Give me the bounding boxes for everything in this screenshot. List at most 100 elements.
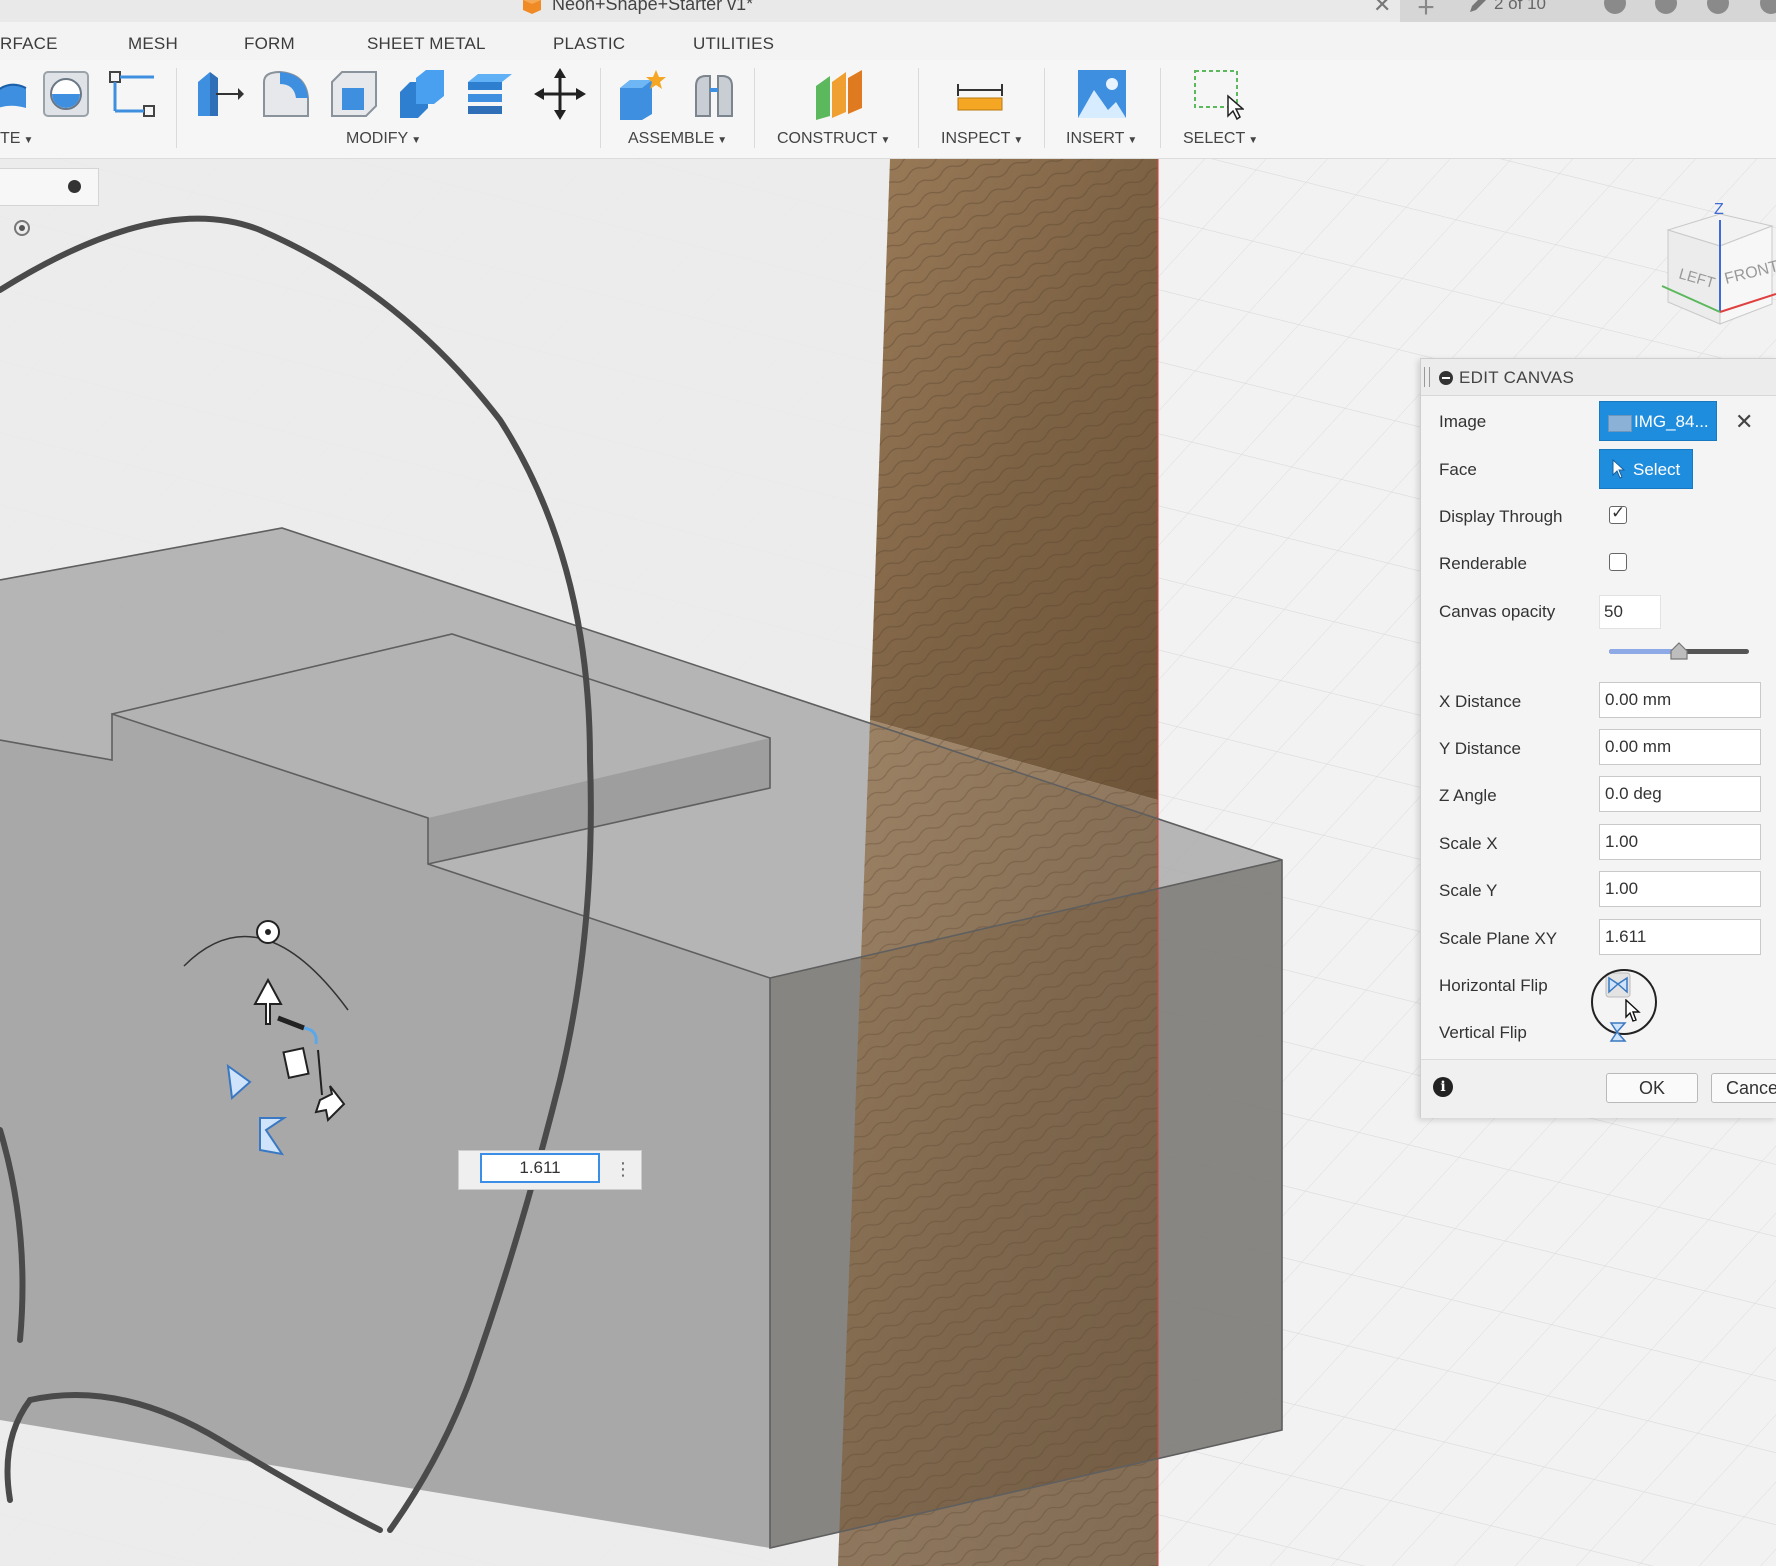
fillet-icon[interactable]: [260, 68, 312, 120]
y-distance-input[interactable]: [1599, 729, 1761, 765]
close-tab-icon[interactable]: ✕: [1373, 0, 1391, 18]
inspect-menu-label: INSPECT: [941, 130, 1011, 147]
new-component-icon[interactable]: [616, 68, 668, 120]
info-icon[interactable]: i: [1433, 1077, 1453, 1097]
radio-button[interactable]: [14, 220, 30, 236]
construct-menu-label: CONSTRUCT: [777, 130, 878, 147]
toolbar-separator: [600, 68, 601, 148]
chevron-down-icon: ▼: [23, 135, 34, 146]
toolbar-separator: [918, 68, 919, 148]
tab-plastic[interactable]: PLASTIC: [553, 34, 625, 54]
face-select-button[interactable]: Select: [1599, 449, 1693, 489]
window-select-icon[interactable]: [1192, 68, 1244, 120]
canvas-opacity-input[interactable]: [1599, 595, 1661, 629]
assemble-menu-label: ASSEMBLE: [628, 130, 715, 147]
z-angle-input[interactable]: [1599, 776, 1761, 812]
scale-x-input[interactable]: [1599, 824, 1761, 860]
job-status[interactable]: 2 of 10: [1494, 0, 1546, 14]
revolve-icon[interactable]: [0, 68, 38, 120]
chevron-down-icon: ▼: [1013, 135, 1024, 146]
tab-utilities[interactable]: UTILITIES: [693, 34, 774, 54]
scale-plane-xy-label: Scale Plane XY: [1439, 929, 1558, 948]
display-through-label: Display Through: [1439, 507, 1563, 526]
cursor-arrow-icon: [1612, 459, 1626, 479]
modify-menu-label: MODIFY: [346, 130, 409, 147]
toolbar-separator: [754, 68, 755, 148]
browser-panel: [0, 168, 99, 206]
scale-x-label: Scale X: [1439, 834, 1498, 853]
tab-form[interactable]: FORM: [244, 34, 295, 54]
offset-face-icon[interactable]: [464, 68, 516, 120]
image-icon: [1608, 415, 1632, 432]
pencil-icon: [1470, 0, 1486, 12]
scale-plane-xy-input[interactable]: [1599, 919, 1761, 955]
dialog-title: EDIT CANVAS: [1459, 368, 1575, 387]
chevron-down-icon: ▼: [1248, 135, 1259, 146]
face-label: Face: [1439, 460, 1477, 479]
select-menu-label: SELECT: [1183, 130, 1246, 147]
renderable-label: Renderable: [1439, 554, 1527, 573]
assemble-menu[interactable]: ASSEMBLE ▼: [628, 130, 727, 148]
image-filename: IMG_84...: [1634, 412, 1709, 431]
viewcube[interactable]: Z LEFT FRONT: [1640, 200, 1776, 330]
vertical-flip-icon[interactable]: [1605, 1019, 1631, 1045]
tab-mesh[interactable]: MESH: [128, 34, 178, 54]
toolbar-separator: [176, 68, 177, 148]
x-distance-input[interactable]: [1599, 682, 1761, 718]
move-icon[interactable]: [534, 68, 586, 120]
create-menu[interactable]: TE ▼: [0, 130, 33, 148]
chevron-down-icon: ▼: [880, 135, 891, 146]
combine-icon[interactable]: [396, 68, 448, 120]
drag-handle-icon[interactable]: [1424, 367, 1430, 387]
renderable-checkbox[interactable]: [1609, 553, 1627, 571]
chevron-down-icon: ▼: [411, 135, 422, 146]
measure-icon[interactable]: [954, 68, 1006, 120]
dialog-header[interactable]: EDIT CANVAS: [1421, 359, 1776, 396]
toolbar-separator: [1160, 68, 1161, 148]
collapse-browser-icon[interactable]: [68, 180, 81, 193]
edit-canvas-dialog: EDIT CANVAS Image IMG_84... ✕ Face Selec…: [1420, 358, 1776, 1118]
document-title: Neon+Shape+Starter v1*: [552, 0, 754, 14]
x-distance-label: X Distance: [1439, 692, 1522, 711]
image-label: Image: [1439, 412, 1487, 431]
vertical-flip-label: Vertical Flip: [1439, 1023, 1527, 1042]
cancel-button[interactable]: Cancel: [1711, 1073, 1776, 1103]
sketch-icon[interactable]: [106, 68, 158, 120]
more-options-icon[interactable]: ⋮: [614, 1154, 632, 1184]
construct-menu[interactable]: CONSTRUCT ▼: [777, 130, 890, 148]
joint-icon[interactable]: [688, 68, 740, 120]
clear-image-icon[interactable]: ✕: [1735, 409, 1753, 435]
document-icon: [523, 0, 541, 14]
image-select-button[interactable]: IMG_84...: [1599, 401, 1717, 441]
offset-plane-icon[interactable]: [812, 68, 864, 120]
modify-menu[interactable]: MODIFY ▼: [346, 130, 421, 148]
chevron-down-icon: ▼: [1127, 135, 1138, 146]
ok-button[interactable]: OK: [1606, 1073, 1698, 1103]
scale-y-input[interactable]: [1599, 871, 1761, 907]
hole-icon[interactable]: [40, 68, 92, 120]
shell-icon[interactable]: [328, 68, 380, 120]
toolbar-separator: [1044, 68, 1045, 148]
slider-thumb[interactable]: [1670, 642, 1688, 660]
create-menu-label: TE: [0, 130, 21, 147]
face-select-label: Select: [1633, 460, 1681, 479]
scale-y-label: Scale Y: [1439, 881, 1498, 900]
y-distance-label: Y Distance: [1439, 739, 1521, 758]
insert-menu[interactable]: INSERT ▼: [1066, 130, 1137, 148]
collapse-icon[interactable]: [1439, 371, 1453, 385]
select-menu[interactable]: SELECT ▼: [1183, 130, 1258, 148]
viewcube-z-label: Z: [1714, 201, 1724, 218]
press-pull-icon[interactable]: [192, 68, 244, 120]
display-through-checkbox[interactable]: [1609, 503, 1627, 524]
chevron-down-icon: ▼: [717, 135, 728, 146]
inspect-menu[interactable]: INSPECT ▼: [941, 130, 1023, 148]
horizontal-flip-label: Horizontal Flip: [1439, 976, 1548, 995]
tab-sheet-metal[interactable]: SHEET METAL: [367, 34, 486, 54]
tab-surface[interactable]: RFACE: [0, 34, 58, 54]
insert-canvas-icon[interactable]: [1076, 68, 1128, 120]
insert-menu-label: INSERT: [1066, 130, 1125, 147]
canvas-opacity-label: Canvas opacity: [1439, 602, 1556, 621]
z-angle-label: Z Angle: [1439, 786, 1497, 805]
scale-value-input[interactable]: [480, 1153, 600, 1183]
slider-fill: [1609, 649, 1679, 654]
